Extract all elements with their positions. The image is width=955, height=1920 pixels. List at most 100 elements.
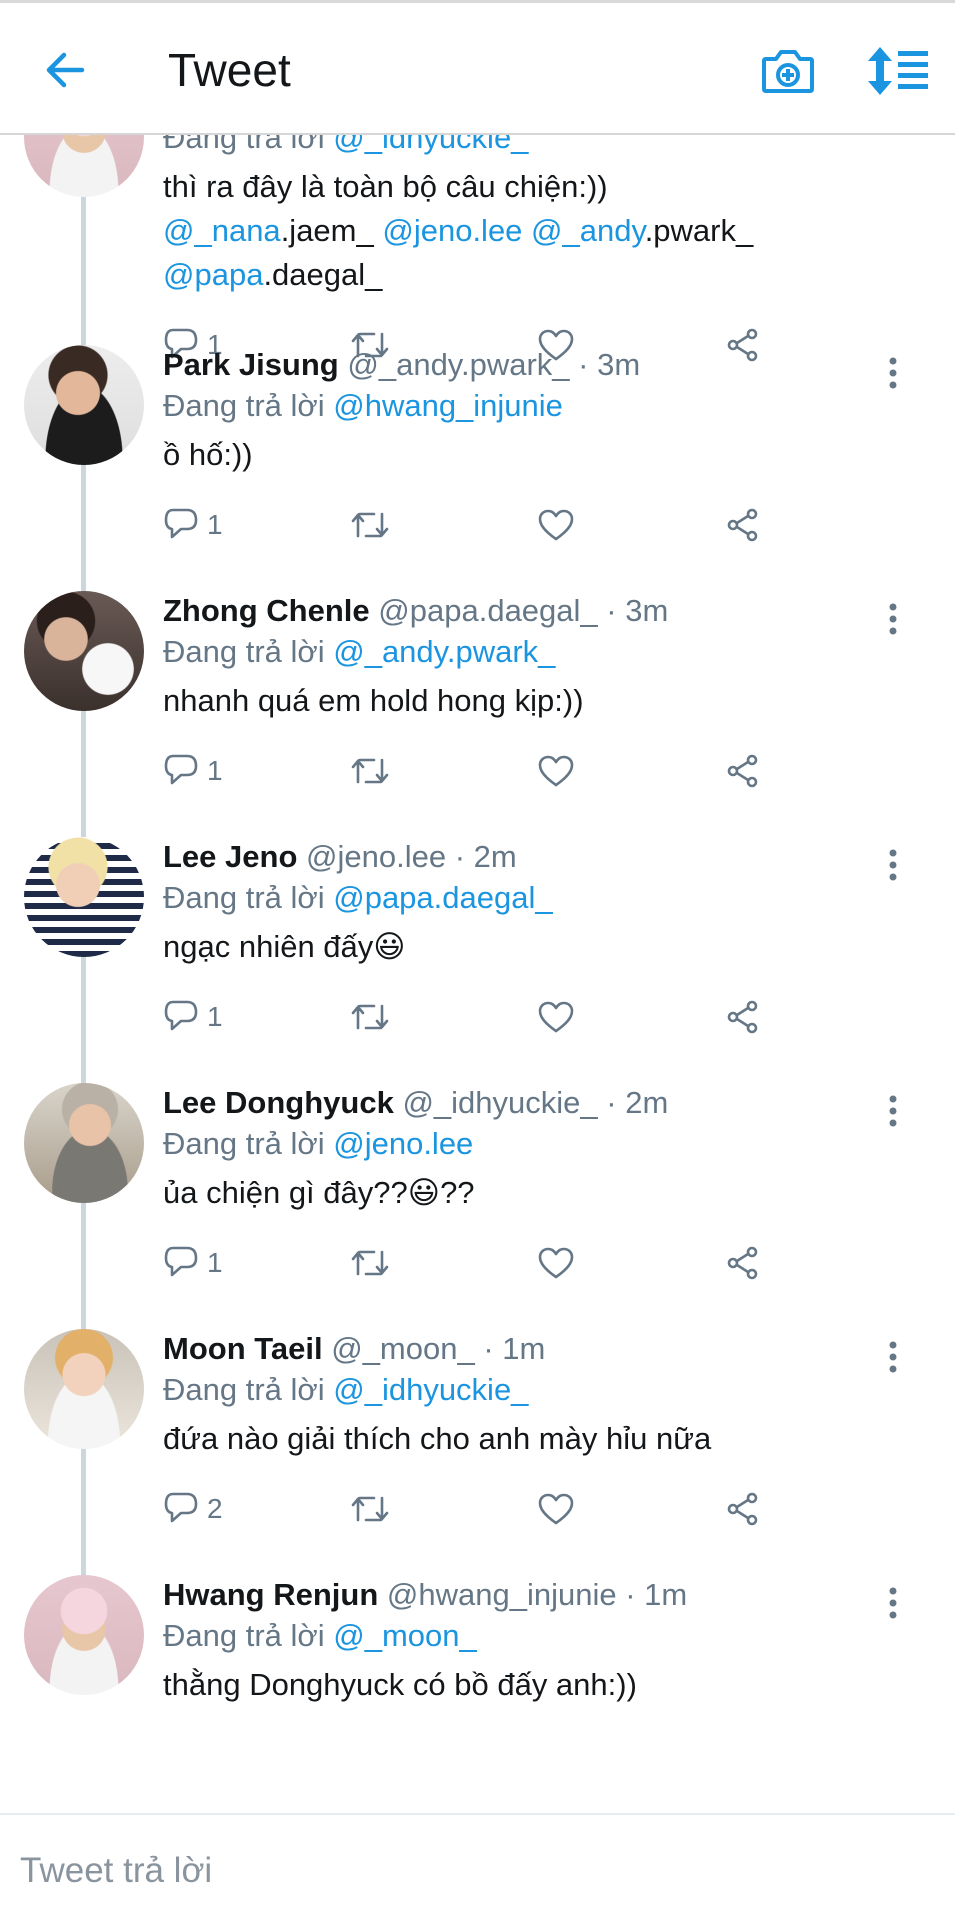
retweet-icon[interactable] (349, 505, 391, 545)
tweet-body-line: thì ra đây là toàn bộ câu chiện:)) (163, 165, 895, 209)
like-icon[interactable] (537, 505, 575, 545)
replying-to: Đang trả lời @_idhyuckie_ (163, 135, 895, 159)
separator-dot: · (597, 1085, 626, 1120)
separator-dot: · (446, 839, 474, 874)
reply-icon (163, 998, 199, 1037)
separator-dot: · (616, 1577, 645, 1612)
replying-to-label: Đang trả lời (163, 1126, 334, 1161)
tweet-header: Park Jisung @_andy.pwark_ · 3m (163, 345, 895, 385)
reply-input-placeholder[interactable]: Tweet trả lời (20, 1851, 212, 1891)
share-icon[interactable] (725, 751, 761, 791)
reply-icon (163, 752, 199, 791)
replying-to-mention[interactable]: @_andy.pwark_ (333, 634, 555, 669)
display-name[interactable]: Zhong Chenle (163, 593, 370, 628)
more-options-icon[interactable] (883, 845, 903, 885)
avatar[interactable] (24, 1329, 144, 1449)
username[interactable]: @_idhyuckie_ (402, 1085, 597, 1120)
more-options-icon[interactable] (883, 599, 903, 639)
reply-count: 2 (207, 1493, 223, 1524)
tweet-body-line: ủa chiện gì đây??😃?? (163, 1171, 895, 1215)
camera-plus-icon[interactable] (760, 45, 816, 97)
reply-action[interactable]: 1 (163, 505, 223, 545)
share-icon[interactable] (725, 997, 761, 1037)
display-name[interactable]: Park Jisung (163, 347, 339, 382)
reply-action[interactable]: 1 (163, 751, 223, 791)
tweet-header: Zhong Chenle @papa.daegal_ · 3m (163, 591, 895, 631)
separator-dot: · (597, 593, 626, 628)
replying-to-mention[interactable]: @_idhyuckie_ (333, 1372, 528, 1407)
replying-to-label: Đang trả lời (163, 1372, 334, 1407)
more-options-icon[interactable] (883, 1337, 903, 1377)
tweet-body-line: @_nana.jaem_ @jeno.lee @_andy.pwark_ (163, 209, 895, 253)
display-name[interactable]: Lee Jeno (163, 839, 297, 874)
tweet-actions: 1 (163, 751, 803, 791)
tweet-body-line: đứa nào giải thích cho anh mày hỉu nữa (163, 1417, 895, 1461)
avatar[interactable] (24, 591, 144, 711)
more-options-icon[interactable] (883, 353, 903, 393)
username[interactable]: @papa.daegal_ (378, 593, 597, 628)
retweet-icon[interactable] (349, 1489, 391, 1529)
replying-to-mention[interactable]: @papa.daegal_ (333, 880, 552, 915)
retweet-icon[interactable] (349, 1243, 391, 1283)
reply-timeline[interactable]: Hwang Renjun @hwang_injunie · 3m Đang tr… (0, 135, 955, 1813)
tweet-body-line: nhanh quá em hold hong kịp:)) (163, 679, 895, 723)
reply-icon (163, 1244, 199, 1283)
replying-to-label: Đang trả lời (163, 1618, 334, 1653)
username[interactable]: @_andy.pwark_ (347, 347, 569, 382)
timestamp[interactable]: 3m (625, 593, 668, 628)
mention-link[interactable]: @jeno.lee (382, 213, 522, 248)
sort-icon[interactable] (866, 43, 930, 99)
username[interactable]: @_moon_ (331, 1331, 475, 1366)
retweet-icon[interactable] (349, 751, 391, 791)
retweet-icon[interactable] (349, 997, 391, 1037)
display-name[interactable]: Moon Taeil (163, 1331, 323, 1366)
username[interactable]: @jeno.lee (306, 839, 446, 874)
display-name[interactable]: Hwang Renjun (163, 1577, 378, 1612)
more-options-icon[interactable] (883, 1583, 903, 1623)
timestamp[interactable]: 1m (644, 1577, 687, 1612)
replying-to: Đang trả lời @papa.daegal_ (163, 877, 895, 919)
replying-to-mention[interactable]: @jeno.lee (333, 1126, 473, 1161)
replying-to-mention[interactable]: @_idhyuckie_ (333, 135, 528, 155)
avatar[interactable] (24, 1083, 144, 1203)
avatar[interactable] (24, 1575, 144, 1695)
reply-action[interactable]: 1 (163, 1243, 223, 1283)
timestamp[interactable]: 1m (502, 1331, 545, 1366)
share-icon[interactable] (725, 505, 761, 545)
share-icon[interactable] (725, 1489, 761, 1529)
like-icon[interactable] (537, 997, 575, 1037)
replying-to: Đang trả lời @_andy.pwark_ (163, 631, 895, 673)
like-icon[interactable] (537, 1489, 575, 1529)
reply-count: 1 (207, 509, 223, 540)
more-options-icon[interactable] (883, 1091, 903, 1131)
arrow-left-icon[interactable] (40, 45, 90, 95)
reply-action[interactable]: 2 (163, 1489, 223, 1529)
reply-icon (163, 506, 199, 545)
tweet-text: ủa chiện gì đây??😃?? (163, 1175, 475, 1210)
like-icon[interactable] (537, 1243, 575, 1283)
mention-link[interactable]: @_nana (163, 213, 281, 248)
tweet-text: .pwark_ (644, 213, 754, 248)
avatar[interactable] (24, 837, 144, 957)
tweet-text: thì ra đây là toàn bộ câu chiện:)) @_nana… (163, 165, 895, 297)
reply-action[interactable]: 1 (163, 997, 223, 1037)
username[interactable]: @hwang_injunie (387, 1577, 617, 1612)
replying-to-mention[interactable]: @_moon_ (333, 1618, 477, 1653)
tweet-content: Lee Jeno @jeno.lee · 2m Đang trả lời @pa… (163, 837, 895, 969)
reply-composer[interactable]: Tweet trả lời (0, 1813, 955, 1920)
replying-to-mention[interactable]: @hwang_injunie (333, 388, 563, 423)
timestamp[interactable]: 2m (625, 1085, 668, 1120)
avatar[interactable] (24, 345, 144, 465)
replying-to: Đang trả lời @_idhyuckie_ (163, 1369, 895, 1411)
timestamp[interactable]: 3m (597, 347, 640, 382)
replying-to-label: Đang trả lời (163, 880, 334, 915)
share-icon[interactable] (725, 1243, 761, 1283)
tweet-text: đứa nào giải thích cho anh mày hỉu nữa (163, 1417, 895, 1461)
display-name[interactable]: Lee Donghyuck (163, 1085, 394, 1120)
avatar[interactable] (24, 135, 144, 197)
like-icon[interactable] (537, 751, 575, 791)
timestamp[interactable]: 2m (474, 839, 517, 874)
mention-link[interactable]: @papa (163, 257, 263, 292)
tweet-content: Lee Donghyuck @_idhyuckie_ · 2m Đang trả… (163, 1083, 895, 1215)
mention-link[interactable]: @_andy (531, 213, 645, 248)
